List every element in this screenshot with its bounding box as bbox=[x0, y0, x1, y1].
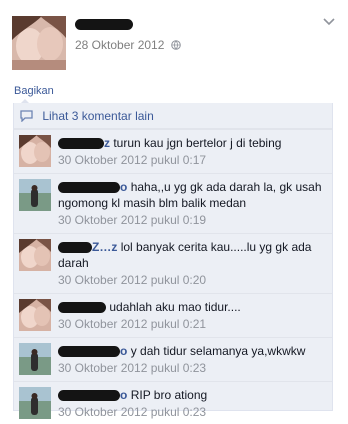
redacted-name bbox=[58, 242, 92, 254]
commenter-name[interactable]: o bbox=[58, 180, 127, 194]
commenter-avatar[interactable] bbox=[19, 343, 51, 375]
comment-text: turun kau jgn bertelor j di tebing bbox=[113, 136, 282, 150]
redacted-name bbox=[75, 19, 133, 31]
comment-body: o haha,,u yg gk ada darah la, gk usah ng… bbox=[58, 179, 326, 211]
redacted-name bbox=[58, 302, 106, 314]
post-header: 28 Oktober 2012 bbox=[12, 16, 342, 74]
commenter-avatar[interactable] bbox=[19, 387, 51, 419]
comment-text: RIP bro ationg bbox=[130, 388, 208, 402]
comment-bubble-icon bbox=[20, 110, 33, 122]
comment-timestamp[interactable]: 30 Oktober 2012 pukul 0:23 bbox=[58, 360, 326, 376]
share-link[interactable]: Bagikan bbox=[14, 85, 54, 97]
post-author-avatar[interactable] bbox=[12, 16, 66, 70]
comment-timestamp[interactable]: 30 Oktober 2012 pukul 0:19 bbox=[58, 212, 326, 228]
comment-item: Z…z lol banyak cerita kau.....lu yg gk a… bbox=[14, 233, 332, 293]
commenter-name[interactable]: Z…z bbox=[58, 240, 117, 254]
commenter-name[interactable] bbox=[58, 300, 106, 314]
globe-icon bbox=[170, 40, 181, 50]
post-timestamp[interactable]: 28 Oktober 2012 bbox=[75, 38, 181, 52]
name-suffix: o bbox=[120, 180, 128, 194]
comment-item: o RIP bro ationg 30 Oktober 2012 pukul 0… bbox=[14, 381, 332, 424]
comment-body: Z…z lol banyak cerita kau.....lu yg gk a… bbox=[58, 239, 326, 271]
commenter-name[interactable]: o bbox=[58, 388, 127, 402]
commenter-name[interactable]: o bbox=[58, 344, 127, 358]
name-suffix: Z…z bbox=[92, 240, 118, 254]
comment-text: udahlah aku mao tidur.... bbox=[109, 300, 241, 314]
redacted-name bbox=[58, 182, 120, 194]
comment-timestamp[interactable]: 30 Oktober 2012 pukul 0:17 bbox=[58, 152, 326, 168]
comment-item: o haha,,u yg gk ada darah la, gk usah ng… bbox=[14, 173, 332, 233]
post-author-name[interactable] bbox=[75, 17, 133, 31]
commenter-avatar[interactable] bbox=[19, 135, 51, 167]
comment-timestamp[interactable]: 30 Oktober 2012 pukul 0:21 bbox=[58, 316, 326, 332]
comment-body: z turun kau jgn bertelor j di tebing bbox=[58, 135, 326, 151]
comment-timestamp[interactable]: 30 Oktober 2012 pukul 0:20 bbox=[58, 272, 326, 288]
chevron-down-icon[interactable] bbox=[322, 16, 336, 26]
commenter-avatar[interactable] bbox=[19, 299, 51, 331]
redacted-name bbox=[58, 346, 120, 358]
view-more-label: Lihat 3 komentar lain bbox=[42, 109, 154, 123]
comment-body: o RIP bro ationg bbox=[58, 387, 326, 403]
commenter-avatar[interactable] bbox=[19, 239, 51, 271]
commenter-avatar[interactable] bbox=[19, 179, 51, 211]
name-suffix: o bbox=[120, 388, 128, 402]
commenter-name[interactable]: z bbox=[58, 136, 110, 150]
comment-text: y dah tidur selamanya ya,wkwkw bbox=[130, 344, 306, 358]
comment-item: udahlah aku mao tidur.... 30 Oktober 201… bbox=[14, 293, 332, 337]
comment-body: o y dah tidur selamanya ya,wkwkw bbox=[58, 343, 326, 359]
facebook-post: 28 Oktober 2012 Bagikan Lihat 3 komentar… bbox=[0, 0, 348, 424]
redacted-name bbox=[58, 390, 120, 402]
name-suffix: z bbox=[104, 136, 110, 150]
comment-body: udahlah aku mao tidur.... bbox=[58, 299, 326, 315]
comment-timestamp[interactable]: 30 Oktober 2012 pukul 0:23 bbox=[58, 404, 326, 420]
comments-panel: Lihat 3 komentar lain z turun kau jgn be… bbox=[13, 103, 333, 419]
comment-item: o y dah tidur selamanya ya,wkwkw 30 Okto… bbox=[14, 337, 332, 381]
comment-item: z turun kau jgn bertelor j di tebing 30 … bbox=[14, 129, 332, 173]
redacted-name bbox=[58, 138, 104, 150]
view-more-comments[interactable]: Lihat 3 komentar lain bbox=[14, 103, 332, 129]
post-date-text: 28 Oktober 2012 bbox=[75, 38, 165, 52]
name-suffix: o bbox=[120, 344, 128, 358]
